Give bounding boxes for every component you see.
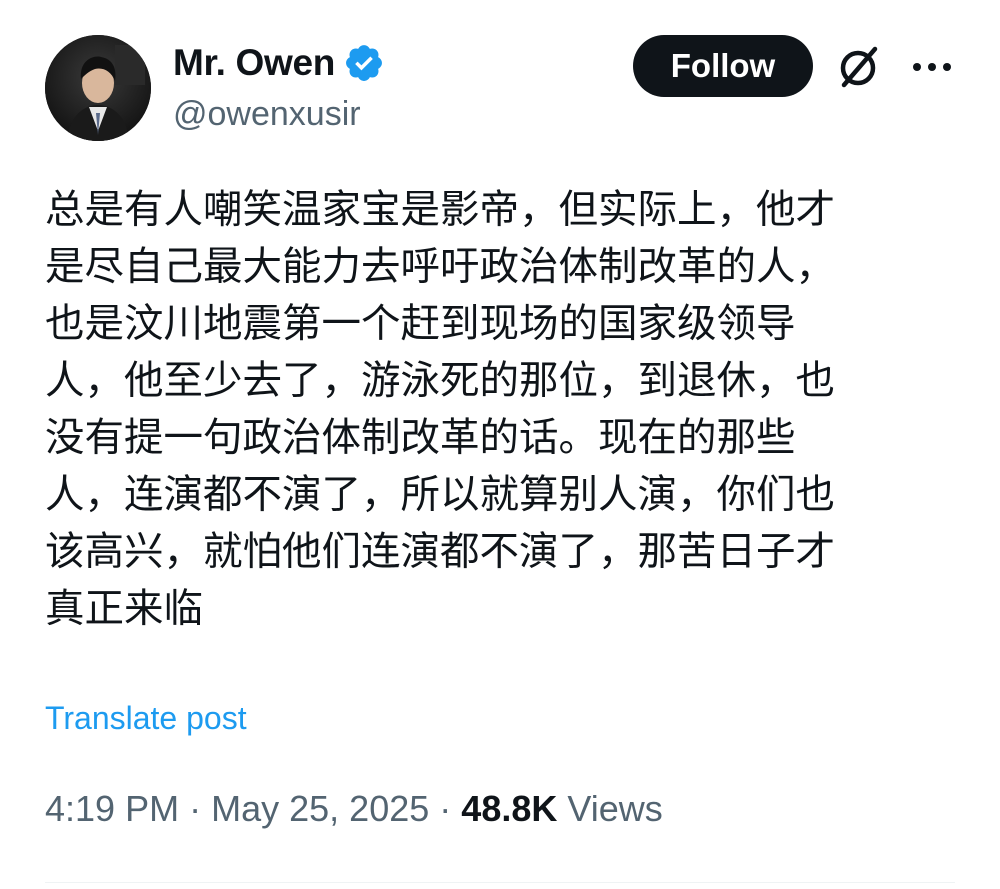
tweet-text-line: 人，连演都不演了，所以就算别人演，你们也 <box>45 472 835 518</box>
display-name[interactable]: Mr. Owen <box>173 42 335 84</box>
grok-icon[interactable] <box>835 43 883 91</box>
tweet-header: Mr. Owen @owenxusir Follow <box>45 35 955 145</box>
tweet-text-line: 真正来临 <box>45 586 203 632</box>
handle[interactable]: @owenxusir <box>173 95 385 134</box>
author-info: Mr. Owen @owenxusir <box>173 39 385 134</box>
follow-button[interactable]: Follow <box>633 35 813 97</box>
tweet-text-line: 总是有人嘲笑温家宝是影帝，但实际上，他才 <box>45 187 835 233</box>
tweet-text-line: 人，他至少去了，游泳死的那位，到退休，也 <box>45 358 835 404</box>
translate-post-link[interactable]: Translate post <box>45 700 247 737</box>
meta-separator: · <box>189 788 202 829</box>
tweet-text-line: 没有提一句政治体制改革的话。现在的那些 <box>45 415 796 461</box>
tweet-text-line: 也是汶川地震第一个赶到现场的国家级领导 <box>45 301 796 347</box>
views-count[interactable]: 48.8K <box>461 788 557 829</box>
post-time[interactable]: 4:19 PM <box>45 788 179 829</box>
avatar[interactable] <box>45 35 151 141</box>
tweet-text-line: 是尽自己最大能力去呼吁政治体制改革的人， <box>45 244 835 290</box>
meta-separator: · <box>439 788 452 829</box>
tweet-meta: 4:19 PM · May 25, 2025 · 48.8K Views <box>45 788 663 830</box>
tweet-text-line: 该高兴，就怕他们连演都不演了，那苦日子才 <box>45 529 835 575</box>
more-icon[interactable] <box>910 53 954 81</box>
verified-badge-icon[interactable] <box>343 42 385 84</box>
name-row: Mr. Owen <box>173 39 385 87</box>
post-date[interactable]: May 25, 2025 <box>211 788 429 829</box>
tweet-text: 总是有人嘲笑温家宝是影帝，但实际上，他才 是尽自己最大能力去呼吁政治体制改革的人… <box>45 182 960 638</box>
divider <box>45 882 955 883</box>
views-label: Views <box>567 788 663 829</box>
